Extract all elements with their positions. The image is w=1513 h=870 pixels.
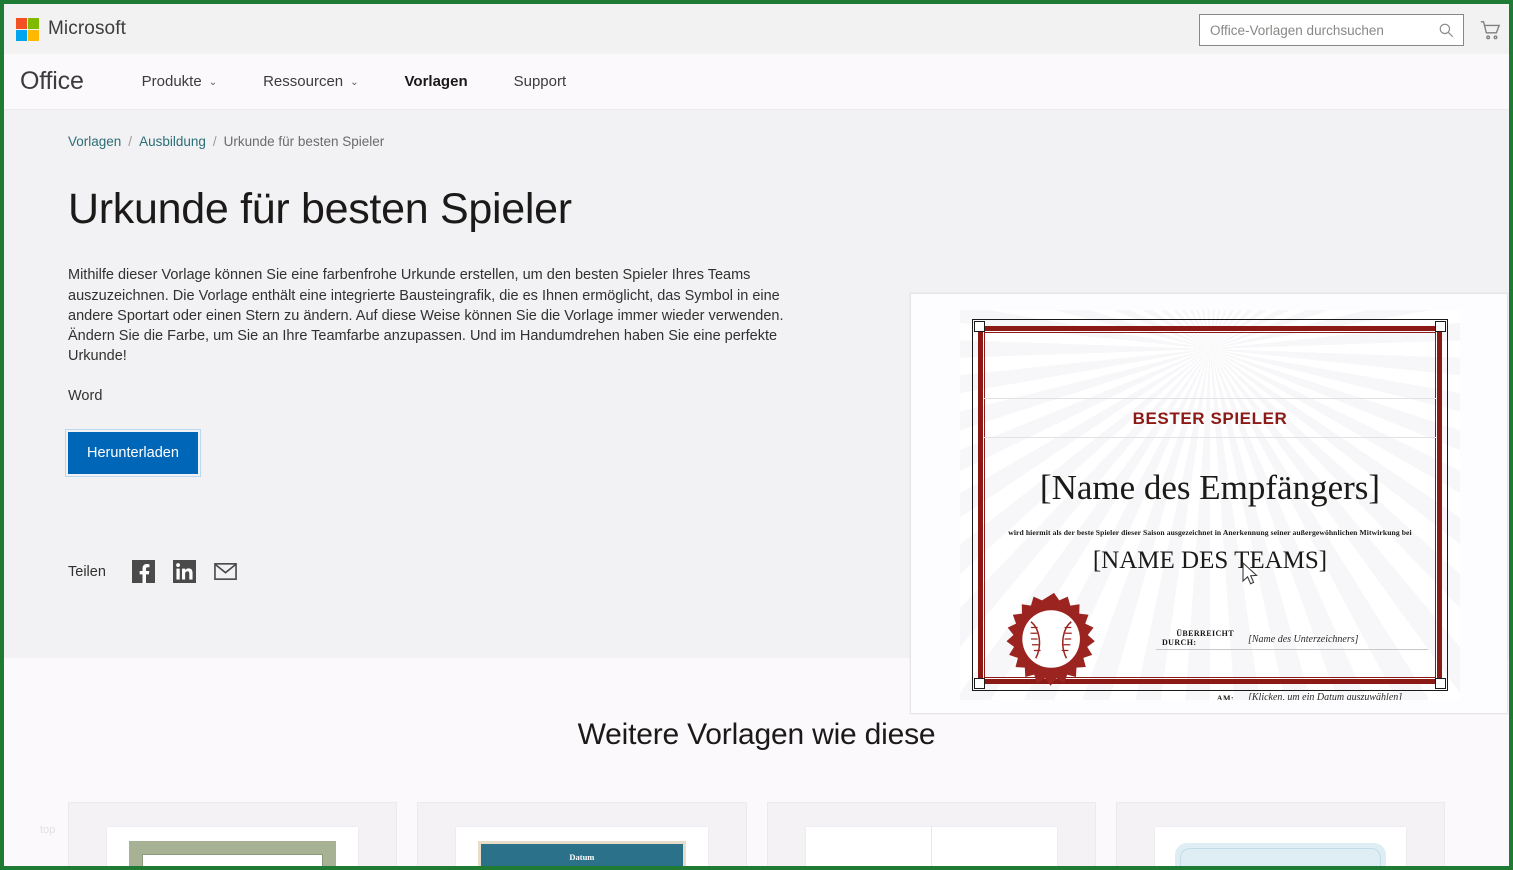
office-navigation-bar: Office Produkte ⌄ Ressourcen ⌄ Vorlagen … [4, 54, 1509, 110]
nav-links: Produkte ⌄ Ressourcen ⌄ Vorlagen Support [142, 73, 613, 90]
related-templates-row: NAME IHRER HOCHSCHULE Datum [4, 752, 1509, 866]
thumbnail: NAME IHRER HOCHSCHULE [107, 827, 358, 866]
page-title: Urkunde für besten Spieler [68, 186, 858, 233]
nav-item-support[interactable]: Support [514, 73, 567, 90]
thumbnail [806, 827, 1057, 866]
thumb-frame: Name der Schule [1173, 841, 1388, 866]
thumb-frame: NAME IHRER HOCHSCHULE [129, 841, 336, 866]
hero-section: Vorlagen / Ausbildung / Urkunde für best… [4, 110, 1509, 658]
microsoft-top-bar: Microsoft [4, 4, 1509, 54]
template-description: Mithilfe dieser Vorlage können Sie eine … [68, 265, 802, 366]
breadcrumb-separator: / [128, 134, 132, 149]
breadcrumb-separator: / [213, 134, 217, 149]
related-template-card-schule[interactable]: Name der Schule [1116, 802, 1445, 866]
date-label: AM: [1156, 694, 1234, 700]
search-input[interactable] [1210, 23, 1437, 38]
signer-name-field: [Name des Unterzeichners] [1248, 634, 1359, 645]
signature-row-date: AM: [Klicken, um ein Datum auszuwählen] [1156, 668, 1428, 700]
nav-item-ressourcen[interactable]: Ressourcen ⌄ [263, 73, 358, 90]
share-row: Teilen [68, 560, 858, 583]
breadcrumb-item-current: Urkunde für besten Spieler [224, 134, 385, 149]
mouse-cursor [1242, 562, 1259, 586]
hero-text-column: Urkunde für besten Spieler Mithilfe dies… [68, 149, 858, 583]
search-box[interactable] [1199, 14, 1464, 46]
download-button[interactable]: Herunterladen [68, 432, 198, 474]
thumbnail: Datum [456, 827, 707, 866]
breadcrumb-item-vorlagen[interactable]: Vorlagen [68, 134, 121, 149]
thumb-inner-border [142, 854, 323, 866]
thumb-inner-border [1180, 848, 1381, 866]
related-template-card-datum[interactable]: Datum [417, 802, 746, 866]
nav-item-support-label: Support [514, 73, 567, 90]
date-field: [Klicken, um ein Datum auszuwählen] [1248, 692, 1402, 700]
certificate-page: BESTER SPIELER [Name des Empfängers] wir… [960, 310, 1460, 700]
thumb-divider [931, 827, 932, 866]
nav-item-produkte-label: Produkte [142, 73, 202, 90]
microsoft-brand-text: Microsoft [48, 18, 126, 40]
breadcrumb-item-ausbildung[interactable]: Ausbildung [139, 134, 206, 149]
nav-item-produkte[interactable]: Produkte ⌄ [142, 73, 217, 90]
signature-block: ÜBERREICHT DURCH: [Name des Unterzeichne… [1156, 610, 1428, 700]
page-viewport: Microsoft Office Produkte ⌄ Ressourcen ⌄… [4, 4, 1509, 866]
certificate-body: BESTER SPIELER [Name des Empfängers] wir… [960, 310, 1460, 700]
certificate-recipient-field: [Name des Empfängers] [960, 468, 1460, 508]
chevron-down-icon: ⌄ [209, 77, 217, 88]
microsoft-logo-link[interactable]: Microsoft [16, 18, 126, 41]
certificate-heading: BESTER SPIELER [960, 409, 1460, 429]
template-preview[interactable]: BESTER SPIELER [Name des Empfängers] wir… [910, 293, 1508, 714]
certificate-team-field: [NAME DES TEAMS] [960, 547, 1460, 575]
signature-row-presented-by: ÜBERREICHT DURCH: [Name des Unterzeichne… [1156, 610, 1428, 650]
shopping-cart-icon[interactable] [1479, 19, 1501, 41]
related-template-card-blank[interactable] [767, 802, 1096, 866]
microsoft-logo-icon [16, 18, 39, 41]
app-name-label: Word [68, 388, 858, 404]
email-icon[interactable] [214, 560, 237, 583]
related-template-card-hochschule[interactable]: NAME IHRER HOCHSCHULE [68, 802, 397, 866]
thumb-label: Datum [481, 852, 682, 862]
back-to-top-ghost-label[interactable]: top [40, 824, 55, 836]
presented-by-label: ÜBERREICHT DURCH: [1156, 629, 1234, 647]
facebook-icon[interactable] [132, 560, 155, 583]
baseball-seal-icon [1006, 591, 1102, 687]
chevron-down-icon: ⌄ [350, 77, 358, 88]
certificate-citation: wird hiermit als der beste Spieler diese… [992, 528, 1428, 537]
nav-item-vorlagen-label: Vorlagen [405, 73, 468, 90]
more-templates-title: Weitere Vorlagen wie diese [4, 718, 1509, 752]
linkedin-icon[interactable] [173, 560, 196, 583]
nav-item-ressourcen-label: Ressourcen [263, 73, 343, 90]
thumbnail: Name der Schule [1155, 827, 1406, 866]
office-brand-link[interactable]: Office [20, 67, 84, 96]
nav-item-vorlagen[interactable]: Vorlagen [405, 73, 468, 90]
thumb-frame: Datum [478, 841, 685, 866]
breadcrumb: Vorlagen / Ausbildung / Urkunde für best… [4, 134, 1509, 149]
search-icon[interactable] [1437, 21, 1455, 39]
share-label: Teilen [68, 564, 106, 580]
